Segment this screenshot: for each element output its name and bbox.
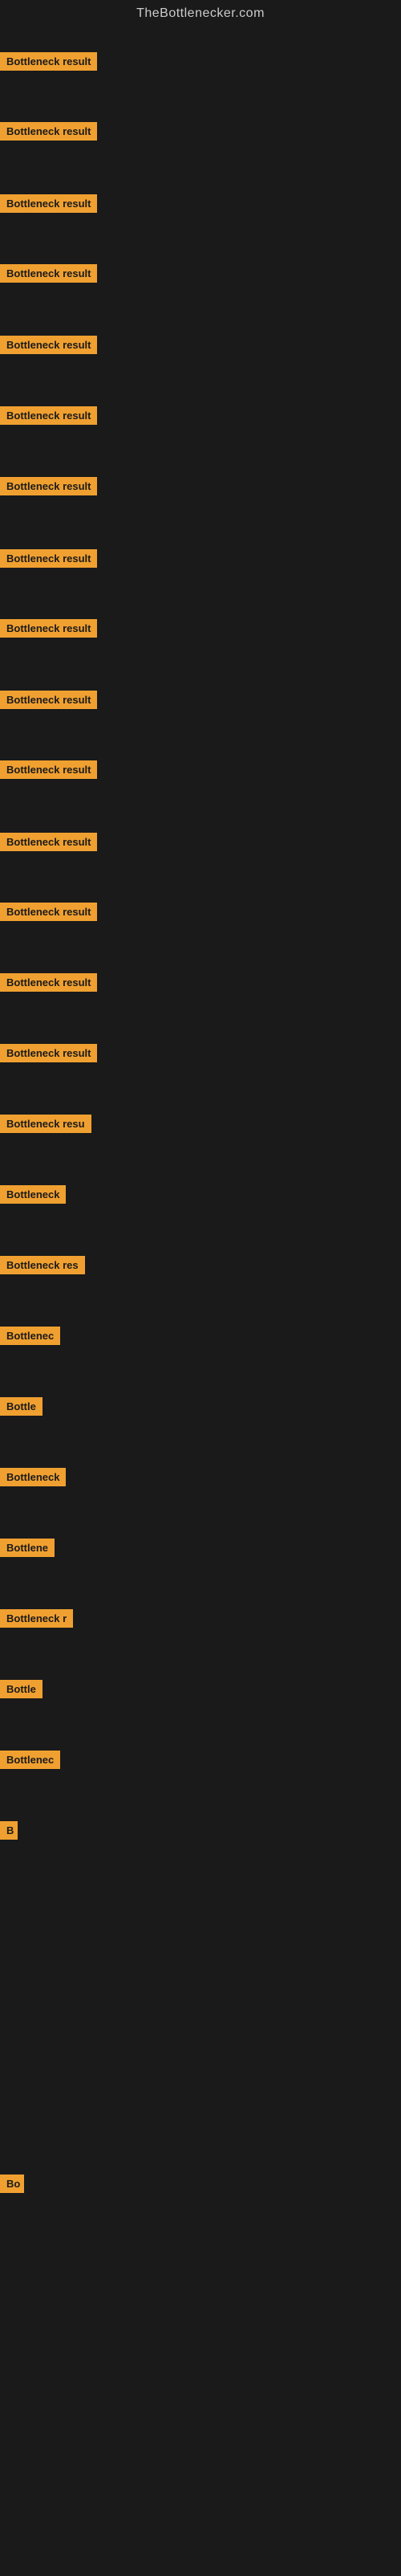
bottleneck-item-15[interactable]: Bottleneck result: [0, 1044, 97, 1066]
bottleneck-badge-25: Bottlenec: [0, 1751, 60, 1769]
bottleneck-item-7[interactable]: Bottleneck result: [0, 477, 97, 499]
bottleneck-item-22[interactable]: Bottlene: [0, 1539, 55, 1561]
bottleneck-item-2[interactable]: Bottleneck result: [0, 122, 97, 145]
bottleneck-badge-26: B: [0, 1821, 18, 1840]
bottleneck-badge-24: Bottle: [0, 1680, 43, 1698]
bottleneck-item-5[interactable]: Bottleneck result: [0, 336, 97, 358]
bottleneck-item-10[interactable]: Bottleneck result: [0, 691, 97, 713]
bottleneck-item-11[interactable]: Bottleneck result: [0, 760, 97, 783]
bottleneck-item-26[interactable]: B: [0, 1821, 18, 1844]
bottleneck-badge-23: Bottleneck r: [0, 1609, 73, 1628]
bottleneck-badge-21: Bottleneck: [0, 1468, 66, 1486]
bottleneck-item-12[interactable]: Bottleneck result: [0, 833, 97, 855]
bottleneck-item-24[interactable]: Bottle: [0, 1680, 43, 1702]
bottleneck-badge-19: Bottlenec: [0, 1327, 60, 1345]
bottleneck-item-23[interactable]: Bottleneck r: [0, 1609, 73, 1632]
bottleneck-badge-7: Bottleneck result: [0, 477, 97, 495]
bottleneck-badge-22: Bottlene: [0, 1539, 55, 1557]
bottleneck-badge-14: Bottleneck result: [0, 973, 97, 992]
bottleneck-badge-8: Bottleneck result: [0, 549, 97, 568]
bottleneck-badge-27: Bo: [0, 2175, 24, 2193]
bottleneck-item-6[interactable]: Bottleneck result: [0, 406, 97, 429]
bottleneck-badge-15: Bottleneck result: [0, 1044, 97, 1062]
bottleneck-badge-12: Bottleneck result: [0, 833, 97, 851]
bottleneck-item-17[interactable]: Bottleneck: [0, 1185, 66, 1208]
bottleneck-badge-3: Bottleneck result: [0, 194, 97, 213]
bottleneck-badge-20: Bottle: [0, 1397, 43, 1416]
bottleneck-badge-16: Bottleneck resu: [0, 1115, 91, 1133]
bottleneck-badge-13: Bottleneck result: [0, 903, 97, 921]
bottleneck-badge-10: Bottleneck result: [0, 691, 97, 709]
bottleneck-badge-11: Bottleneck result: [0, 760, 97, 779]
bottleneck-item-16[interactable]: Bottleneck resu: [0, 1115, 91, 1137]
bottleneck-badge-1: Bottleneck result: [0, 52, 97, 71]
bottleneck-badge-4: Bottleneck result: [0, 264, 97, 283]
bottleneck-item-1[interactable]: Bottleneck result: [0, 52, 97, 75]
site-title: TheBottlenecker.com: [0, 0, 401, 31]
bottleneck-item-20[interactable]: Bottle: [0, 1397, 43, 1420]
bottleneck-item-21[interactable]: Bottleneck: [0, 1468, 66, 1490]
bottleneck-item-13[interactable]: Bottleneck result: [0, 903, 97, 925]
bottleneck-item-25[interactable]: Bottlenec: [0, 1751, 60, 1773]
bottleneck-item-8[interactable]: Bottleneck result: [0, 549, 97, 572]
bottleneck-badge-18: Bottleneck res: [0, 1256, 85, 1274]
bottleneck-badge-5: Bottleneck result: [0, 336, 97, 354]
bottleneck-item-4[interactable]: Bottleneck result: [0, 264, 97, 287]
bottleneck-item-18[interactable]: Bottleneck res: [0, 1256, 85, 1278]
bottleneck-item-3[interactable]: Bottleneck result: [0, 194, 97, 217]
bottleneck-badge-2: Bottleneck result: [0, 122, 97, 141]
bottleneck-badge-9: Bottleneck result: [0, 619, 97, 638]
bottleneck-badge-17: Bottleneck: [0, 1185, 66, 1204]
bottleneck-item-19[interactable]: Bottlenec: [0, 1327, 60, 1349]
bottleneck-item-9[interactable]: Bottleneck result: [0, 619, 97, 642]
bottleneck-item-27[interactable]: Bo: [0, 2175, 24, 2197]
bottleneck-item-14[interactable]: Bottleneck result: [0, 973, 97, 996]
bottleneck-badge-6: Bottleneck result: [0, 406, 97, 425]
